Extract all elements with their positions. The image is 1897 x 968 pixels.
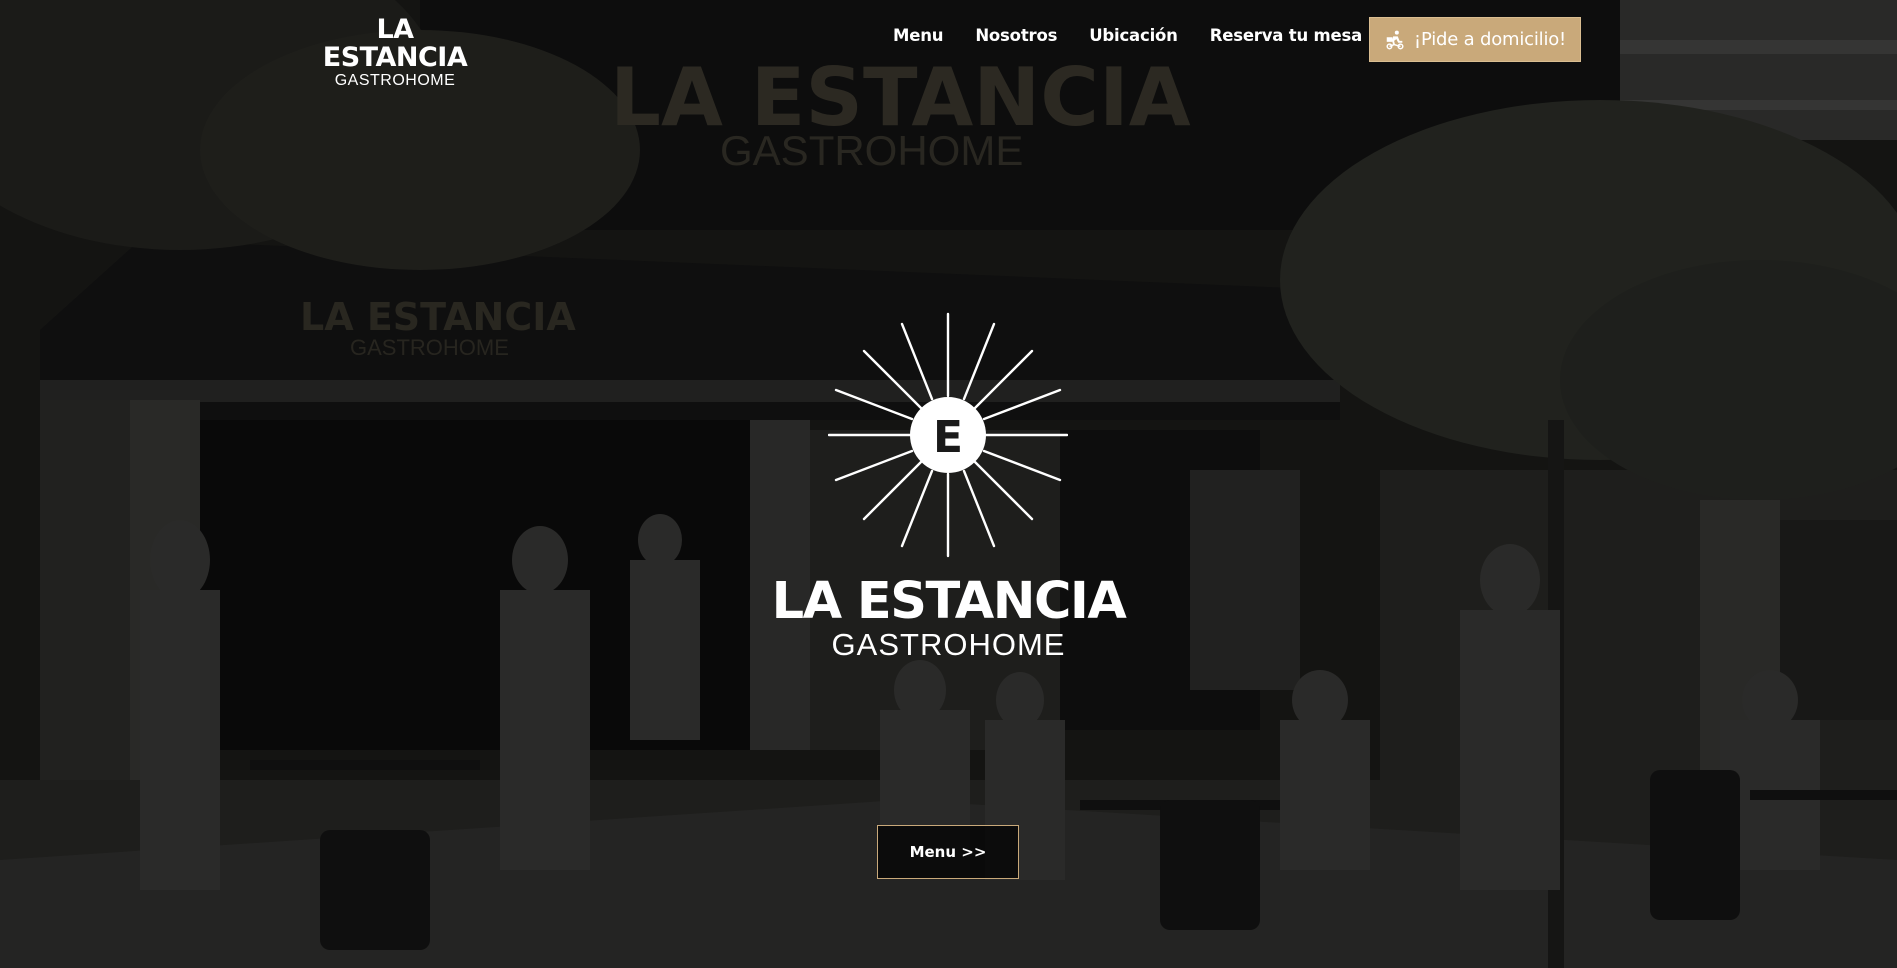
menu-button-label: Menu >>	[909, 843, 987, 861]
main-nav: Menu Nosotros Ubicación Reserva tu mesa	[893, 26, 1362, 45]
delivery-order-label: ¡Pide a domicilio!	[1413, 29, 1567, 50]
site-logo[interactable]: LA ESTANCIA GASTROHOME	[300, 16, 490, 90]
hero-title: LA ESTANCIA	[771, 572, 1127, 631]
nav-link-menu[interactable]: Menu	[893, 26, 944, 45]
delivery-order-button[interactable]: ¡Pide a domicilio!	[1369, 17, 1581, 62]
hero-subtitle: GASTROHOME	[831, 627, 1066, 662]
nav-link-nosotros[interactable]: Nosotros	[975, 26, 1057, 45]
nav-link-reserva[interactable]: Reserva tu mesa	[1210, 26, 1363, 45]
nav-link-ubicacion[interactable]: Ubicación	[1089, 26, 1178, 45]
emblem-letter: E	[933, 412, 963, 463]
delivery-rider-icon	[1384, 29, 1406, 51]
menu-button[interactable]: Menu >>	[877, 825, 1019, 879]
logo-subtitle: GASTROHOME	[334, 72, 456, 89]
site-header: LA ESTANCIA GASTROHOME Menu Nosotros Ubi…	[0, 0, 1897, 89]
hero-section: LA ESTANCIA GASTROHOME LA ESTANCIA GASTR…	[0, 0, 1897, 968]
logo-title: LA ESTANCIA	[322, 14, 468, 73]
sunburst-emblem-icon: E	[828, 312, 1068, 558]
